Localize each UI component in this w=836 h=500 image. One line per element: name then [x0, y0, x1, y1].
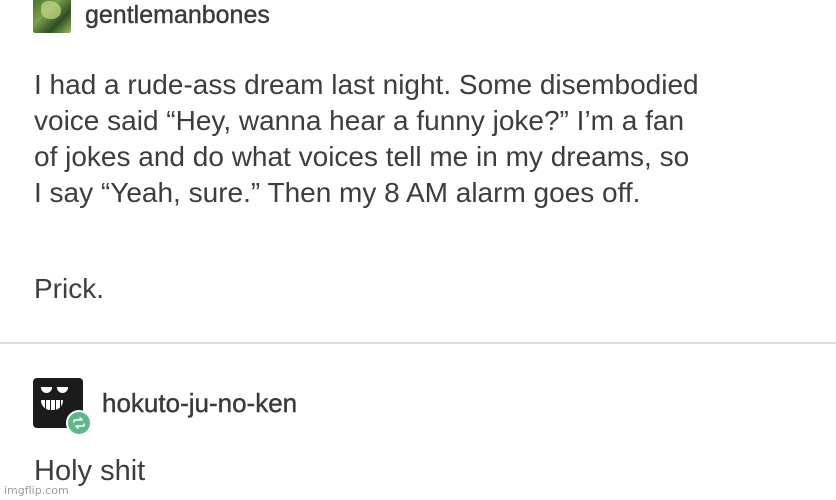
user-avatar[interactable]	[33, 378, 92, 436]
post-body-line: of jokes and do what voices tell me in m…	[34, 141, 690, 172]
avatar-grin-icon	[39, 398, 65, 412]
post-closing: Prick.	[34, 273, 104, 304]
reblog-icon	[66, 410, 92, 436]
avatar-eye-icon	[41, 387, 52, 393]
post-hokuto-ju-no-ken: hokuto-ju-no-ken Holy shit	[0, 344, 836, 500]
post-body-line: I say “Yeah, sure.” Then my 8 AM alarm g…	[34, 177, 641, 208]
post-body-line: voice said “Hey, wanna hear a funny joke…	[34, 105, 685, 136]
post-header: gentlemanbones	[33, 0, 270, 34]
avatar-image-icon	[41, 1, 61, 19]
avatar-eye-icon	[57, 387, 68, 393]
username[interactable]: gentlemanbones	[85, 0, 270, 30]
username[interactable]: hokuto-ju-no-ken	[102, 387, 298, 419]
post-gentlemanbones: gentlemanbones I had a rude-ass dream la…	[0, 0, 836, 342]
watermark: imgflip.com	[4, 484, 69, 497]
user-avatar[interactable]	[33, 0, 71, 33]
post-body-line: I had a rude-ass dream last night. Some …	[34, 69, 699, 100]
post-header: hokuto-ju-no-ken	[33, 378, 298, 436]
post-body: I had a rude-ass dream last night. Some …	[34, 67, 824, 211]
